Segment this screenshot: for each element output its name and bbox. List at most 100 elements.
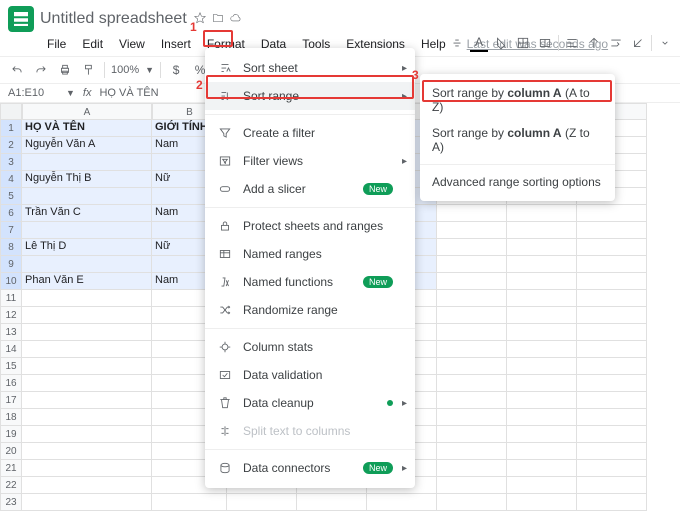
cell[interactable] (577, 358, 647, 375)
cell[interactable] (22, 409, 152, 426)
cell[interactable] (22, 392, 152, 409)
cell[interactable] (22, 375, 152, 392)
cell[interactable] (437, 239, 507, 256)
select-all-corner[interactable] (0, 103, 22, 120)
halign-icon[interactable] (563, 34, 581, 52)
cell[interactable] (577, 494, 647, 511)
cell[interactable] (437, 426, 507, 443)
cell[interactable] (367, 494, 437, 511)
menu-create-filter[interactable]: Create a filter (205, 119, 415, 147)
row-header[interactable]: 19 (0, 426, 22, 443)
menu-filter-views[interactable]: Filter views▸ (205, 147, 415, 175)
cell[interactable] (22, 443, 152, 460)
sort-range-ztoa[interactable]: Sort range by column A (Z to A) (420, 120, 615, 160)
row-header[interactable]: 8 (0, 239, 22, 256)
move-icon[interactable] (211, 11, 225, 28)
text-color-icon[interactable]: A (470, 34, 488, 52)
cell[interactable] (577, 290, 647, 307)
cell[interactable] (507, 375, 577, 392)
cell[interactable]: Phan Văn E (22, 273, 152, 290)
cell[interactable] (22, 460, 152, 477)
cell[interactable]: Trần Văn C (22, 205, 152, 222)
row-header[interactable]: 23 (0, 494, 22, 511)
cell[interactable] (22, 154, 152, 171)
cell[interactable] (577, 426, 647, 443)
cell[interactable] (437, 494, 507, 511)
cell[interactable] (437, 205, 507, 222)
cell[interactable] (507, 273, 577, 290)
cell[interactable] (577, 205, 647, 222)
cell[interactable] (577, 375, 647, 392)
cell[interactable] (437, 222, 507, 239)
cell[interactable] (507, 477, 577, 494)
cell[interactable] (507, 239, 577, 256)
cell[interactable] (22, 290, 152, 307)
menu-data-connectors[interactable]: Data connectorsNew▸ (205, 454, 415, 482)
cell[interactable] (507, 443, 577, 460)
cell[interactable] (437, 273, 507, 290)
cell[interactable] (577, 256, 647, 273)
row-header[interactable]: 5 (0, 188, 22, 205)
cell[interactable] (437, 256, 507, 273)
formula-input[interactable]: HỌ VÀ TÊN (99, 87, 158, 99)
rotate-icon[interactable] (629, 34, 647, 52)
menu-edit[interactable]: Edit (79, 36, 106, 52)
cell[interactable] (22, 324, 152, 341)
row-header[interactable]: 18 (0, 409, 22, 426)
cell[interactable] (437, 375, 507, 392)
print-icon[interactable] (56, 61, 74, 79)
menu-named-ranges[interactable]: Named ranges (205, 240, 415, 268)
row-header[interactable]: 9 (0, 256, 22, 273)
cell[interactable] (22, 188, 152, 205)
cell[interactable] (577, 239, 647, 256)
cell[interactable] (437, 307, 507, 324)
cell[interactable] (577, 392, 647, 409)
name-box[interactable]: A1:E10 (8, 87, 58, 99)
cell[interactable] (437, 392, 507, 409)
doc-title[interactable]: Untitled spreadsheet (40, 10, 187, 28)
menu-insert[interactable]: Insert (158, 36, 194, 52)
cell[interactable] (577, 409, 647, 426)
cell[interactable] (22, 358, 152, 375)
cell[interactable] (507, 290, 577, 307)
row-header[interactable]: 15 (0, 358, 22, 375)
menu-data-cleanup[interactable]: Data cleanup▸ (205, 389, 415, 417)
cell[interactable] (437, 358, 507, 375)
row-header[interactable]: 20 (0, 443, 22, 460)
row-header[interactable]: 3 (0, 154, 22, 171)
cell[interactable]: Nguyễn Thị B (22, 171, 152, 188)
row-header[interactable]: 4 (0, 171, 22, 188)
cell[interactable] (507, 256, 577, 273)
menu-data-validation[interactable]: Data validation (205, 361, 415, 389)
row-header[interactable]: 7 (0, 222, 22, 239)
cell[interactable] (507, 307, 577, 324)
more-icon[interactable] (656, 34, 674, 52)
cell[interactable] (437, 409, 507, 426)
undo-icon[interactable] (8, 61, 26, 79)
menu-randomize[interactable]: Randomize range (205, 296, 415, 324)
cell[interactable] (577, 477, 647, 494)
cell[interactable] (577, 460, 647, 477)
menu-column-stats[interactable]: Column stats (205, 333, 415, 361)
currency-icon[interactable]: $ (167, 61, 185, 79)
cell[interactable] (507, 222, 577, 239)
cell[interactable] (437, 290, 507, 307)
cell[interactable] (507, 494, 577, 511)
cell[interactable] (437, 460, 507, 477)
row-header[interactable]: 13 (0, 324, 22, 341)
menu-file[interactable]: File (44, 36, 69, 52)
cell[interactable] (507, 392, 577, 409)
advanced-sort[interactable]: Advanced range sorting options (420, 169, 615, 195)
row-header[interactable]: 17 (0, 392, 22, 409)
cell[interactable] (22, 494, 152, 511)
cell[interactable] (22, 426, 152, 443)
cell[interactable] (152, 494, 227, 511)
row-header[interactable]: 6 (0, 205, 22, 222)
cell[interactable] (577, 324, 647, 341)
row-header[interactable]: 2 (0, 137, 22, 154)
cell[interactable] (437, 477, 507, 494)
cell[interactable]: Nguyễn Văn A (22, 137, 152, 154)
row-header[interactable]: 22 (0, 477, 22, 494)
menu-named-functions[interactable]: Named functionsNew (205, 268, 415, 296)
row-header[interactable]: 11 (0, 290, 22, 307)
